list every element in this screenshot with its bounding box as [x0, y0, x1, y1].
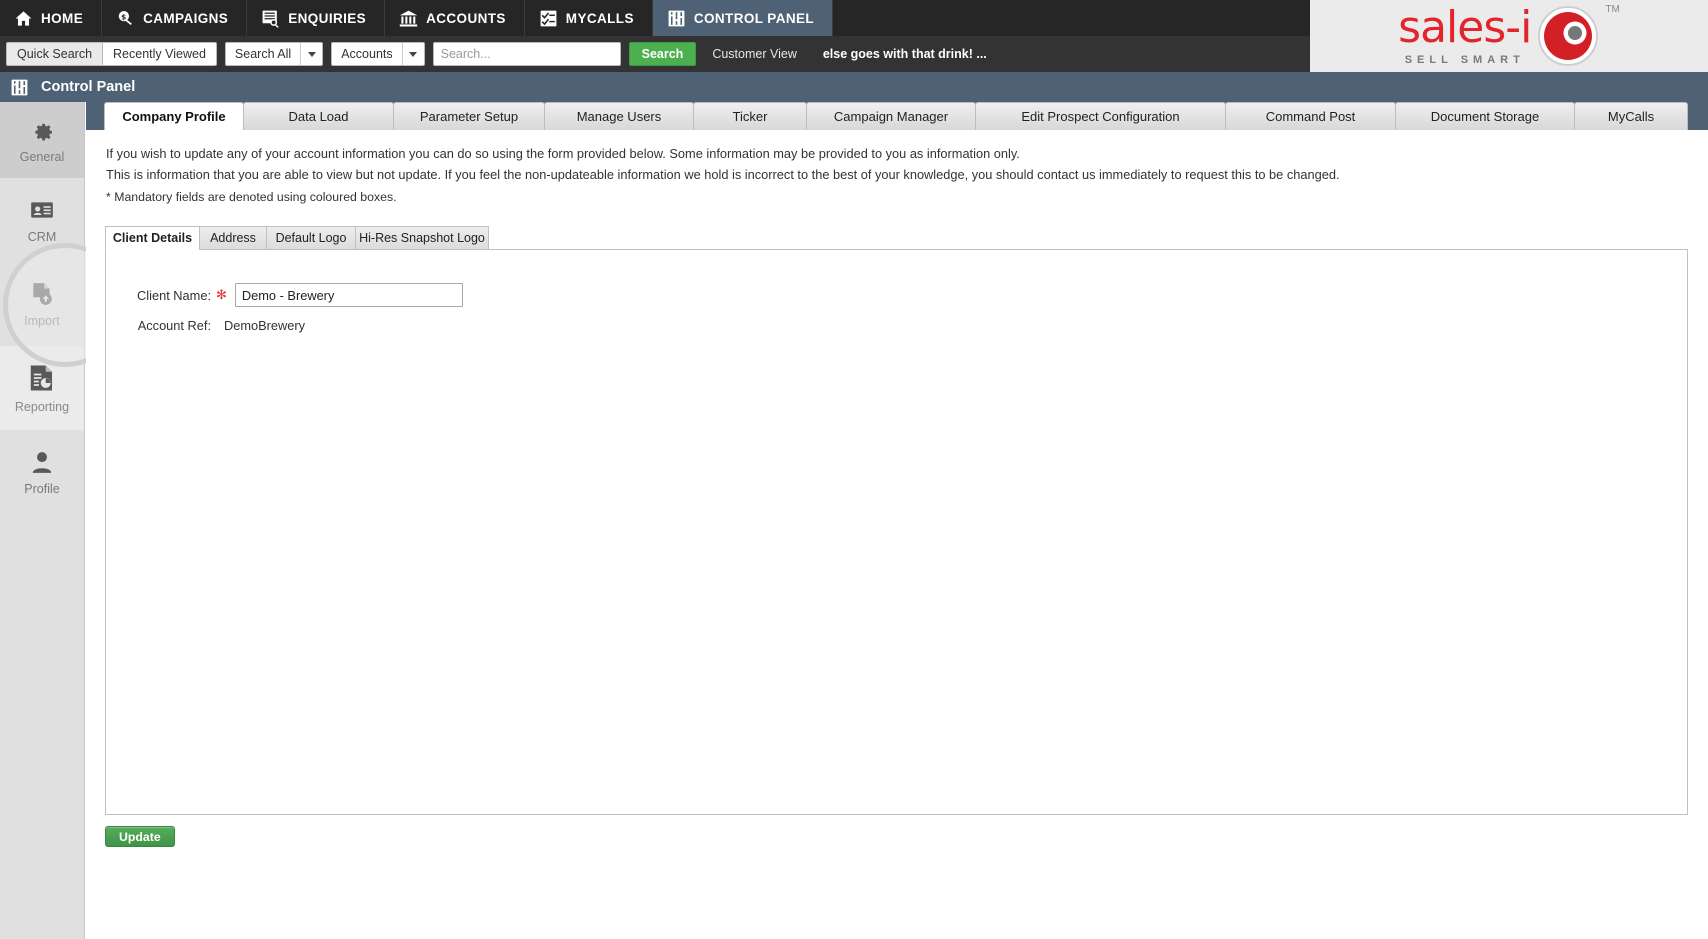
intro-text: If you wish to update any of your accoun…: [106, 144, 1340, 185]
search-entity-select[interactable]: Accounts: [331, 42, 425, 66]
page-title-bar: Control Panel: [0, 72, 1708, 102]
home-icon: [15, 10, 32, 26]
nav-item-control-panel-label: CONTROL PANEL: [693, 10, 815, 26]
inner-tab-address[interactable]: Address: [199, 226, 267, 250]
nav-item-enquiries[interactable]: ENQUIRIES: [247, 0, 386, 36]
search-submit-button[interactable]: Search: [628, 42, 697, 66]
gear-icon: [35, 123, 52, 141]
nav-item-campaigns-label: CAMPAIGNS: [143, 10, 229, 26]
mandatory-fields-note: * Mandatory fields are denoted using col…: [106, 190, 397, 204]
tab-parameter-setup[interactable]: Parameter Setup: [393, 102, 545, 130]
nav-item-home-label: HOME: [41, 10, 84, 26]
nav-item-enquiries-label: ENQUIRIES: [288, 10, 367, 26]
tab-company-profile[interactable]: Company Profile: [104, 102, 244, 130]
client-name-label: Client Name:: [137, 287, 211, 303]
main-tabs: Company Profile Data Load Parameter Setu…: [104, 102, 1688, 130]
search-input[interactable]: [432, 42, 621, 66]
campaigns-icon: $: [118, 10, 133, 25]
search-scope-label: Search All: [234, 47, 292, 61]
intro-line-2: This is information that you are able to…: [106, 166, 1340, 182]
sidebar-item-general[interactable]: General: [0, 102, 84, 178]
nav-item-accounts-label: ACCOUNTS: [426, 10, 506, 26]
nav-item-control-panel[interactable]: CONTROL PANEL: [652, 0, 834, 36]
file-import-icon: [33, 282, 52, 305]
sidebar-item-import[interactable]: Import: [0, 262, 84, 346]
sidebar-item-profile[interactable]: Profile: [0, 430, 84, 514]
news-ticker: else goes with that drink! ...: [822, 47, 987, 61]
main-content: If you wish to update any of your accoun…: [86, 130, 1708, 939]
sidebar-item-reporting-label: Reporting: [14, 399, 70, 414]
person-icon: [32, 451, 52, 473]
client-details-panel: Client Name: ✻ Account Ref: DemoBrewery: [105, 249, 1688, 815]
contact-card-icon: [31, 201, 53, 218]
client-name-input[interactable]: [234, 283, 463, 307]
search-entity-label: Accounts: [341, 47, 393, 61]
update-button[interactable]: Update: [105, 826, 175, 847]
nav-item-mycalls-label: MYCALLS: [565, 10, 634, 26]
sidebar-item-profile-label: Profile: [24, 481, 60, 496]
tab-manage-users[interactable]: Manage Users: [544, 102, 694, 130]
quick-search-button[interactable]: Quick Search: [6, 42, 104, 66]
mycalls-icon: [540, 10, 557, 26]
recently-viewed-button[interactable]: Recently Viewed: [103, 42, 217, 66]
intro-line-1: If you wish to update any of your accoun…: [106, 146, 1020, 161]
account-ref-value: DemoBrewery: [224, 318, 306, 333]
inner-tab-default-logo[interactable]: Default Logo: [266, 226, 356, 250]
tab-data-load[interactable]: Data Load: [243, 102, 394, 130]
tab-command-post[interactable]: Command Post: [1225, 102, 1396, 130]
required-asterisk-icon: ✻: [216, 287, 227, 302]
search-toolbar: Quick Search Recently Viewed Search All …: [0, 36, 1310, 72]
inner-tabs: Client Details Address Default Logo Hi-R…: [105, 226, 489, 250]
report-chart-icon: [30, 365, 52, 390]
tab-ticker[interactable]: Ticker: [693, 102, 807, 130]
sidebar-item-reporting[interactable]: Reporting: [0, 346, 84, 430]
brand-logo: sales-i SELL SMART TM: [1310, 0, 1708, 72]
trademark-symbol: TM: [1605, 4, 1620, 15]
svg-text:$: $: [121, 12, 126, 21]
tab-edit-prospect-configuration[interactable]: Edit Prospect Configuration: [975, 102, 1226, 130]
tab-document-storage[interactable]: Document Storage: [1395, 102, 1575, 130]
brand-wordmark: sales-i SELL SMART: [1398, 2, 1532, 67]
account-ref-row: Account Ref: DemoBrewery: [123, 318, 305, 333]
search-scope-select[interactable]: Search All: [224, 42, 324, 66]
tab-mycalls[interactable]: MyCalls: [1574, 102, 1688, 130]
account-ref-label: Account Ref:: [137, 318, 211, 333]
nav-item-home[interactable]: HOME: [0, 0, 103, 36]
client-name-row: Client Name: ✻: [123, 283, 463, 307]
chevron-down-icon: [401, 43, 424, 65]
sidebar-item-crm-label: CRM: [27, 229, 57, 244]
accounts-icon: [399, 10, 418, 26]
sidebar-item-general-label: General: [19, 149, 65, 164]
left-sidebar: General CRM Import Reporting Profile: [0, 102, 85, 939]
nav-item-mycalls[interactable]: MYCALLS: [525, 0, 653, 36]
control-panel-icon: [668, 10, 685, 26]
brand-tagline: SELL SMART: [1404, 54, 1525, 66]
brand-name: sales-i: [1398, 2, 1532, 53]
inner-tab-hires-snapshot-logo[interactable]: Hi-Res Snapshot Logo: [355, 226, 489, 250]
sliders-icon: [11, 79, 28, 95]
nav-item-campaigns[interactable]: $ CAMPAIGNS: [102, 0, 248, 36]
sidebar-item-import-label: Import: [24, 313, 60, 328]
brand-eye-icon: [1538, 6, 1599, 66]
tab-campaign-manager[interactable]: Campaign Manager: [806, 102, 976, 130]
inner-tab-client-details[interactable]: Client Details: [105, 226, 200, 250]
customer-view-link[interactable]: Customer View: [712, 47, 797, 61]
chevron-down-icon: [300, 43, 322, 65]
enquiries-icon: [262, 10, 279, 28]
page-title: Control Panel: [41, 79, 136, 95]
sidebar-item-crm[interactable]: CRM: [0, 178, 84, 262]
nav-item-accounts[interactable]: ACCOUNTS: [385, 0, 525, 36]
